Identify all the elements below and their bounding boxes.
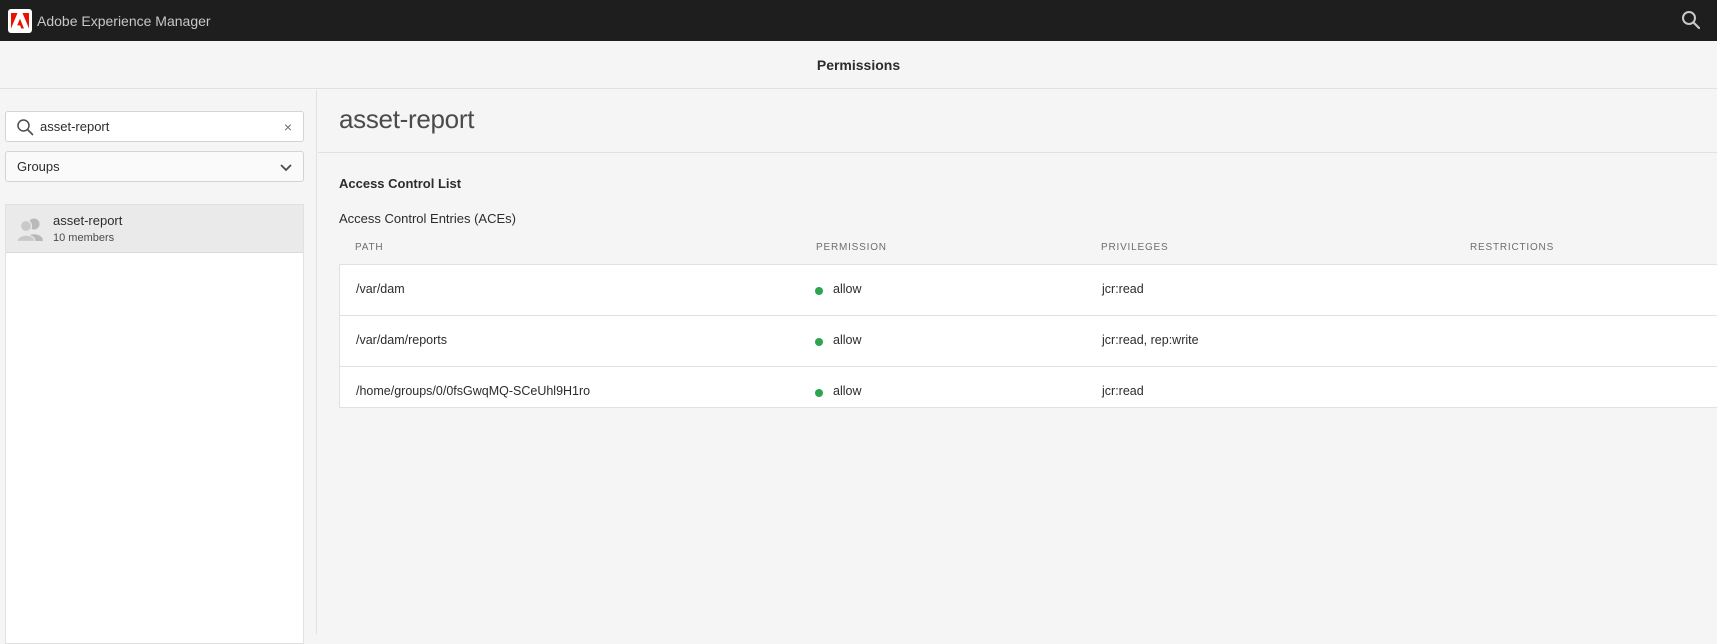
cell-privileges: jcr:read, rep:write (1102, 333, 1199, 347)
allow-status-dot (815, 287, 823, 295)
cell-privileges: jcr:read (1102, 282, 1144, 296)
type-filter-select[interactable]: Groups (5, 151, 304, 182)
column-header-privileges: PRIVILEGES (1101, 242, 1169, 253)
search-icon (16, 118, 34, 136)
allow-status-dot (815, 389, 823, 397)
cell-permission: allow (833, 282, 862, 296)
table-row[interactable]: /var/dam/reports allow jcr:read, rep:wri… (340, 316, 1717, 367)
top-bar: Adobe Experience Manager (0, 0, 1717, 41)
cell-permission: allow (833, 333, 862, 347)
page-title: Permissions (816, 56, 901, 73)
table-row[interactable]: /var/dam allow jcr:read (340, 265, 1717, 316)
cell-path: /home/groups/0/0fsGwqMQ-SCeUhl9H1ro (356, 384, 591, 398)
search-field[interactable]: × (5, 111, 304, 142)
group-header: asset-report (318, 90, 1717, 153)
group-title: asset-report (339, 104, 475, 134)
clear-search-icon[interactable]: × (281, 118, 295, 136)
cell-path: /var/dam (356, 282, 405, 296)
table-row[interactable]: /home/groups/0/0fsGwqMQ-SCeUhl9H1ro allo… (340, 367, 1717, 418)
cell-privileges: jcr:read (1102, 384, 1144, 398)
search-icon[interactable] (1681, 10, 1701, 30)
column-header-permission: PERMISSION (816, 242, 887, 253)
list-item-members: 10 members (53, 232, 115, 244)
column-header-path: PATH (355, 242, 384, 253)
main-content: asset-report Access Control List Access … (318, 90, 1717, 634)
acl-heading: Access Control List (339, 176, 462, 191)
ace-heading: Access Control Entries (ACEs) (339, 211, 516, 226)
search-input[interactable] (40, 116, 280, 137)
title-bar: Permissions (0, 41, 1717, 89)
type-filter-value: Groups (17, 159, 60, 174)
app-title[interactable]: Adobe Experience Manager (37, 13, 211, 29)
group-list: asset-report 10 members (5, 204, 304, 644)
ace-table: /var/dam allow jcr:read /var/dam/reports… (339, 264, 1717, 408)
column-header-restrictions: RESTRICTIONS (1470, 242, 1555, 253)
chevron-down-icon (279, 161, 293, 173)
list-item[interactable]: asset-report 10 members (6, 205, 303, 253)
sidebar: × Groups asset-report 10 members (0, 90, 317, 644)
cell-path: /var/dam/reports (356, 333, 448, 347)
list-item-name: asset-report (53, 213, 123, 228)
allow-status-dot (815, 338, 823, 346)
adobe-logo-icon[interactable] (8, 8, 32, 33)
cell-permission: allow (833, 384, 862, 398)
group-avatar-icon (16, 216, 44, 243)
